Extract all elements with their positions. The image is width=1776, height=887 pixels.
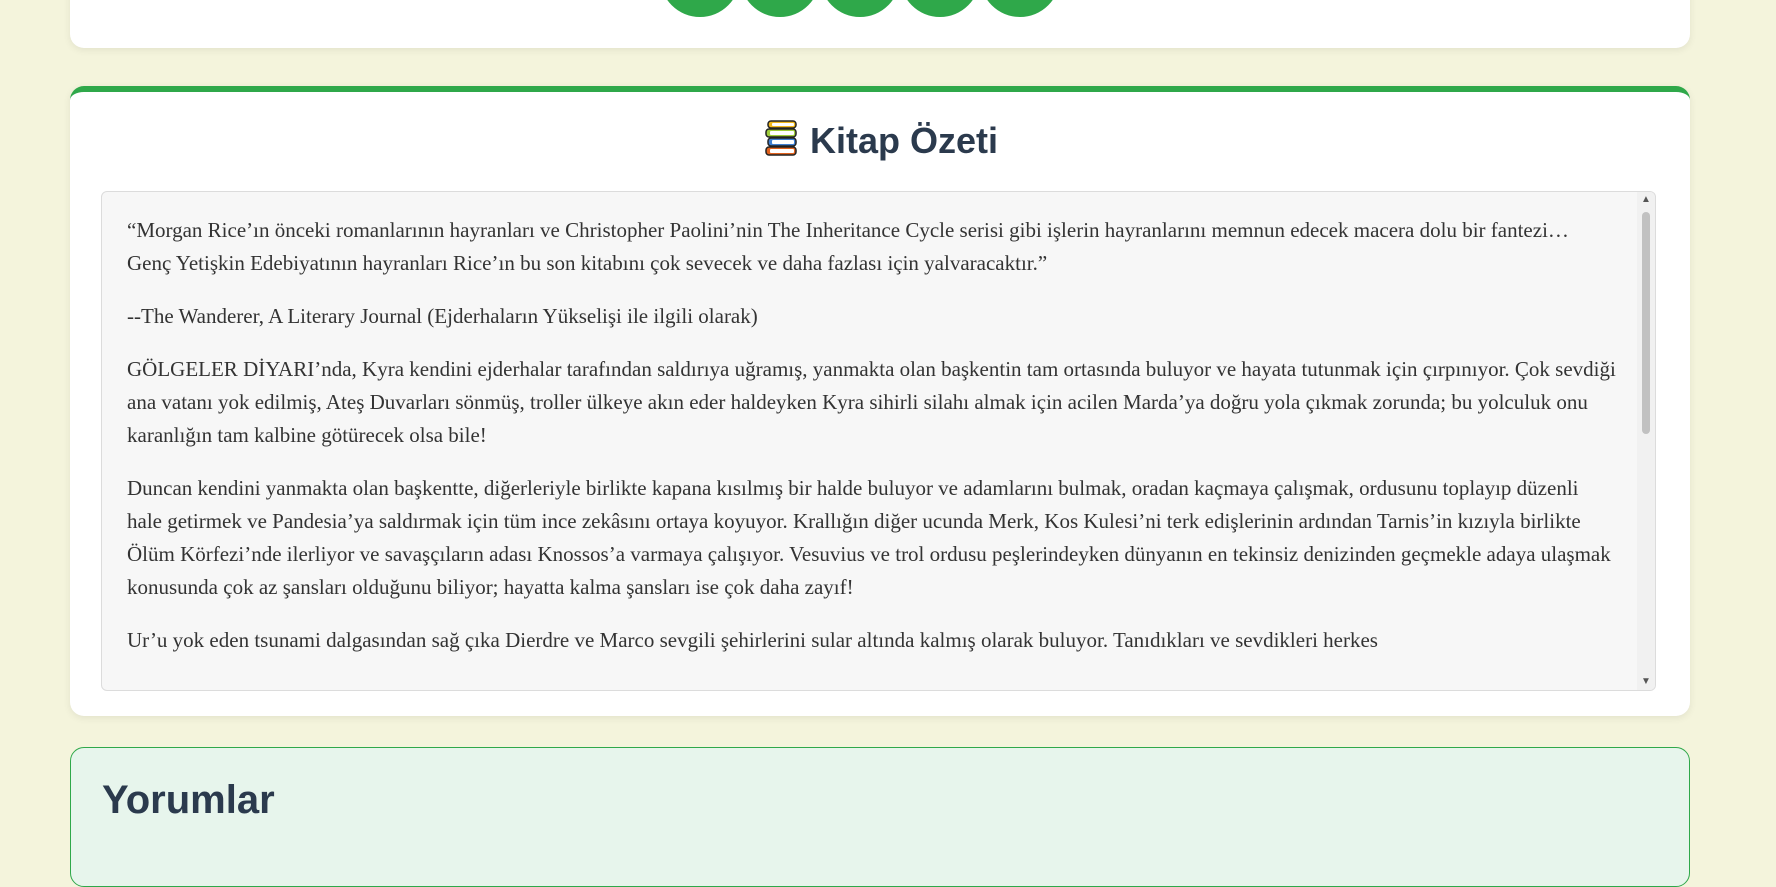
rating-circles	[70, 0, 1690, 48]
rating-circle-4[interactable]	[900, 0, 980, 17]
summary-paragraph: Ur’u yok eden tsunami dalgasından sağ çı…	[127, 628, 1378, 652]
rating-card	[70, 0, 1690, 48]
rating-circle-2[interactable]	[740, 0, 820, 17]
summary-paragraph: GÖLGELER DİYARI’nda, Kyra kendini ejderh…	[127, 357, 1616, 447]
summary-title: Kitap Özeti	[809, 120, 998, 161]
book-summary-card: Kitap Özeti “Morgan Rice’ın önceki roman…	[70, 86, 1690, 716]
summary-heading: Kitap Özeti	[70, 120, 1690, 167]
books-icon	[762, 120, 800, 167]
rating-circle-1[interactable]	[660, 0, 740, 17]
scroll-down-arrow-icon[interactable]: ▼	[1637, 674, 1655, 690]
summary-paragraph: Duncan kendini yanmakta olan başkentte, …	[127, 476, 1611, 599]
summary-paragraph: --The Wanderer, A Literary Journal (Ejde…	[127, 304, 758, 328]
scrollbar[interactable]: ▲ ▼	[1637, 192, 1655, 690]
comments-card: Yorumlar	[70, 747, 1690, 887]
rating-circle-5[interactable]	[980, 0, 1060, 17]
scroll-thumb[interactable]	[1642, 212, 1650, 434]
summary-text: “Morgan Rice’ın önceki romanlarının hayr…	[127, 214, 1617, 677]
comments-title: Yorumlar	[102, 778, 275, 822]
summary-paragraph: “Morgan Rice’ın önceki romanlarının hayr…	[127, 218, 1569, 275]
summary-scroll-area[interactable]: “Morgan Rice’ın önceki romanlarının hayr…	[101, 191, 1656, 691]
scroll-up-arrow-icon[interactable]: ▲	[1637, 192, 1655, 208]
rating-circle-3[interactable]	[820, 0, 900, 17]
